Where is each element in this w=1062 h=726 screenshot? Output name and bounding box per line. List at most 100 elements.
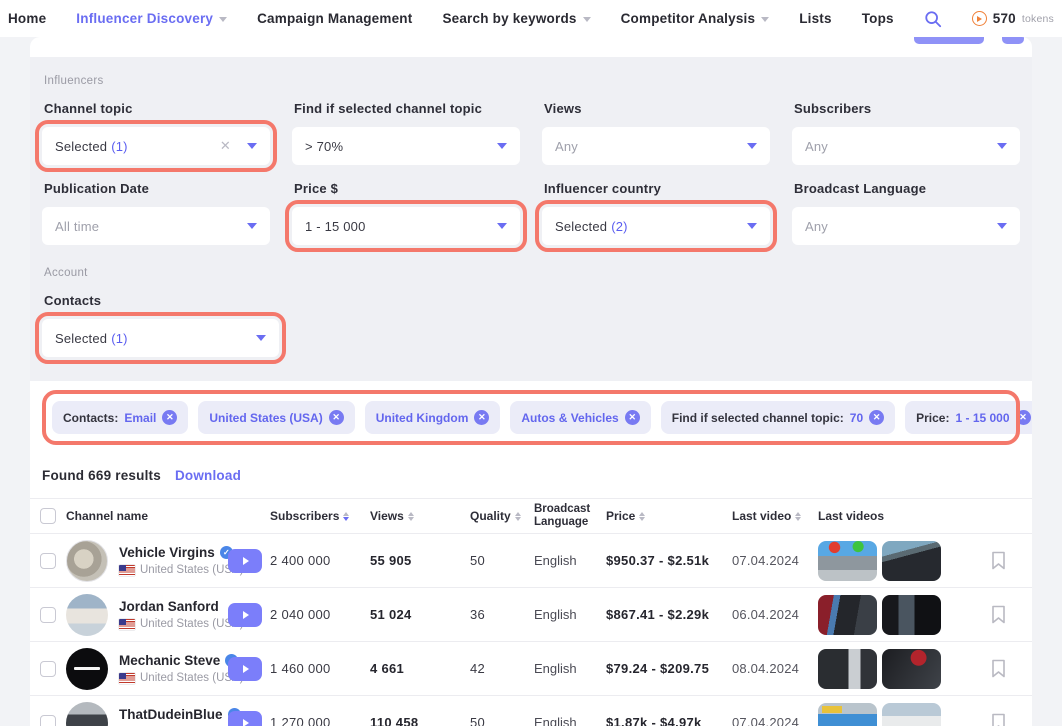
nav-item-search-by-keywords[interactable]: Search by keywords: [442, 11, 590, 26]
views-value: 51 024: [370, 607, 470, 622]
search-icon[interactable]: [924, 10, 942, 28]
filter-label: Find if selected channel topic: [294, 101, 520, 116]
remove-chip-icon[interactable]: ✕: [162, 410, 177, 425]
language-value: English: [534, 607, 606, 622]
publication-date-dropdown[interactable]: All time: [42, 207, 270, 245]
row-checkbox[interactable]: [40, 715, 56, 726]
filter-influencer-country: Influencer country Selected (2): [542, 181, 770, 245]
row-checkbox[interactable]: [40, 607, 56, 623]
bookmark-icon[interactable]: [980, 605, 1017, 624]
last-videos-thumbnails: [818, 541, 980, 581]
remove-chip-icon[interactable]: ✕: [625, 410, 640, 425]
download-link[interactable]: Download: [175, 468, 241, 483]
header-last-video[interactable]: Last video: [732, 509, 818, 523]
channel-name: Jordan Sanford: [119, 599, 219, 614]
row-checkbox[interactable]: [40, 553, 56, 569]
views-value: 4 661: [370, 661, 470, 676]
chevron-down-icon: [747, 143, 757, 149]
broadcast-language-dropdown[interactable]: Any: [792, 207, 1020, 245]
channel-avatar: [66, 594, 108, 636]
cutoff-icon-button[interactable]: [1002, 37, 1024, 44]
quality-value: 50: [470, 715, 534, 726]
video-thumbnail[interactable]: [818, 541, 877, 581]
chip-autos-vehicles[interactable]: Autos & Vehicles ✕: [510, 401, 650, 434]
bookmark-icon[interactable]: [980, 713, 1017, 726]
youtube-play-button[interactable]: [228, 549, 262, 573]
nav-item-campaign-management[interactable]: Campaign Management: [257, 11, 412, 26]
influencer-country-dropdown[interactable]: Selected (2): [542, 207, 770, 245]
last-video-date: 08.04.2024: [732, 661, 818, 676]
last-videos-thumbnails: [818, 595, 980, 635]
chip-price[interactable]: Price: 1 - 15 000 ✕: [905, 401, 1032, 434]
chip-contacts-email[interactable]: Contacts: Email ✕: [52, 401, 188, 434]
filter-find-if-selected: Find if selected channel topic > 70%: [292, 101, 520, 165]
channel-avatar: [66, 540, 108, 582]
video-thumbnail[interactable]: [818, 595, 877, 635]
contacts-dropdown[interactable]: Selected (1): [42, 319, 279, 357]
video-thumbnail[interactable]: [818, 703, 877, 726]
bookmark-icon[interactable]: [980, 551, 1017, 570]
chips-box: Contacts: Email ✕ United States (USA) ✕ …: [46, 394, 1016, 441]
chevron-down-icon: [997, 223, 1007, 229]
quality-value: 42: [470, 661, 534, 676]
video-thumbnail[interactable]: [882, 541, 941, 581]
header-quality[interactable]: Quality: [470, 509, 534, 523]
youtube-play-button[interactable]: [228, 603, 262, 627]
views-value: 55 905: [370, 553, 470, 568]
chip-united-states[interactable]: United States (USA) ✕: [198, 401, 354, 434]
price-value: $1.87k - $4.97k: [606, 715, 732, 726]
youtube-play-button[interactable]: [228, 657, 262, 681]
nav-item-lists[interactable]: Lists: [799, 11, 832, 26]
last-video-date: 07.04.2024: [732, 715, 818, 726]
token-count: 570: [993, 11, 1016, 26]
price-dropdown[interactable]: 1 - 15 000: [292, 207, 520, 245]
video-thumbnail[interactable]: [882, 649, 941, 689]
chip-find-if-selected[interactable]: Find if selected channel topic: 70 ✕: [661, 401, 895, 434]
found-results-text: Found 669 results: [42, 468, 161, 483]
select-all-checkbox[interactable]: [40, 508, 56, 524]
views-dropdown[interactable]: Any: [542, 127, 770, 165]
views-value: 110 458: [370, 715, 470, 726]
channel-cell[interactable]: ThatDudeinBlue✓ United States (USA): [66, 702, 228, 726]
chip-united-kingdom[interactable]: United Kingdom ✕: [365, 401, 501, 434]
nav-item-tops[interactable]: Tops: [862, 11, 894, 26]
video-thumbnail[interactable]: [882, 703, 941, 726]
subscribers-dropdown[interactable]: Any: [792, 127, 1020, 165]
video-thumbnail[interactable]: [882, 595, 941, 635]
section-label-influencers: Influencers: [44, 75, 1020, 87]
filter-publication-date: Publication Date All time: [42, 181, 270, 245]
channel-cell[interactable]: Vehicle Virgins✓ United States (USA): [66, 540, 228, 582]
subscribers-value: 2 400 000: [270, 553, 370, 568]
channel-avatar: [66, 648, 108, 690]
selected-count: (1): [111, 331, 128, 346]
channel-cell[interactable]: Jordan Sanford United States (USA): [66, 594, 228, 636]
header-subscribers[interactable]: Subscribers: [270, 509, 370, 523]
header-views[interactable]: Views: [370, 509, 470, 523]
clear-x-icon[interactable]: ✕: [220, 138, 231, 154]
find-if-selected-dropdown[interactable]: > 70%: [292, 127, 520, 165]
remove-chip-icon[interactable]: ✕: [474, 410, 489, 425]
remove-chip-icon[interactable]: ✕: [869, 410, 884, 425]
price-value: $950.37 - $2.51k: [606, 553, 732, 568]
channel-cell[interactable]: Mechanic Steve✓ United States (USA): [66, 648, 228, 690]
cutoff-search-button[interactable]: [914, 37, 984, 44]
section-label-account: Account: [44, 267, 1020, 279]
nav-item-home[interactable]: Home: [8, 11, 46, 26]
row-checkbox[interactable]: [40, 661, 56, 677]
bookmark-icon[interactable]: [980, 659, 1017, 678]
filter-contacts: Contacts Selected (1): [42, 293, 279, 357]
nav-item-influencer-discovery[interactable]: Influencer Discovery: [76, 11, 227, 26]
header-price[interactable]: Price: [606, 509, 732, 523]
us-flag-icon: [119, 565, 135, 576]
youtube-play-button[interactable]: [228, 711, 262, 726]
nav-item-competitor-analysis[interactable]: Competitor Analysis: [621, 11, 770, 26]
channel-name: ThatDudeinBlue: [119, 707, 223, 722]
filter-label: Channel topic: [44, 101, 270, 116]
video-thumbnail[interactable]: [818, 649, 877, 689]
remove-chip-icon[interactable]: ✕: [329, 410, 344, 425]
price-value: $79.24 - $209.75: [606, 661, 732, 676]
filter-label: Broadcast Language: [794, 181, 1020, 196]
tokens-balance[interactable]: 570 tokens: [972, 11, 1054, 26]
channel-topic-dropdown[interactable]: Selected (1) ✕: [42, 127, 270, 165]
remove-chip-icon[interactable]: ✕: [1016, 410, 1031, 425]
